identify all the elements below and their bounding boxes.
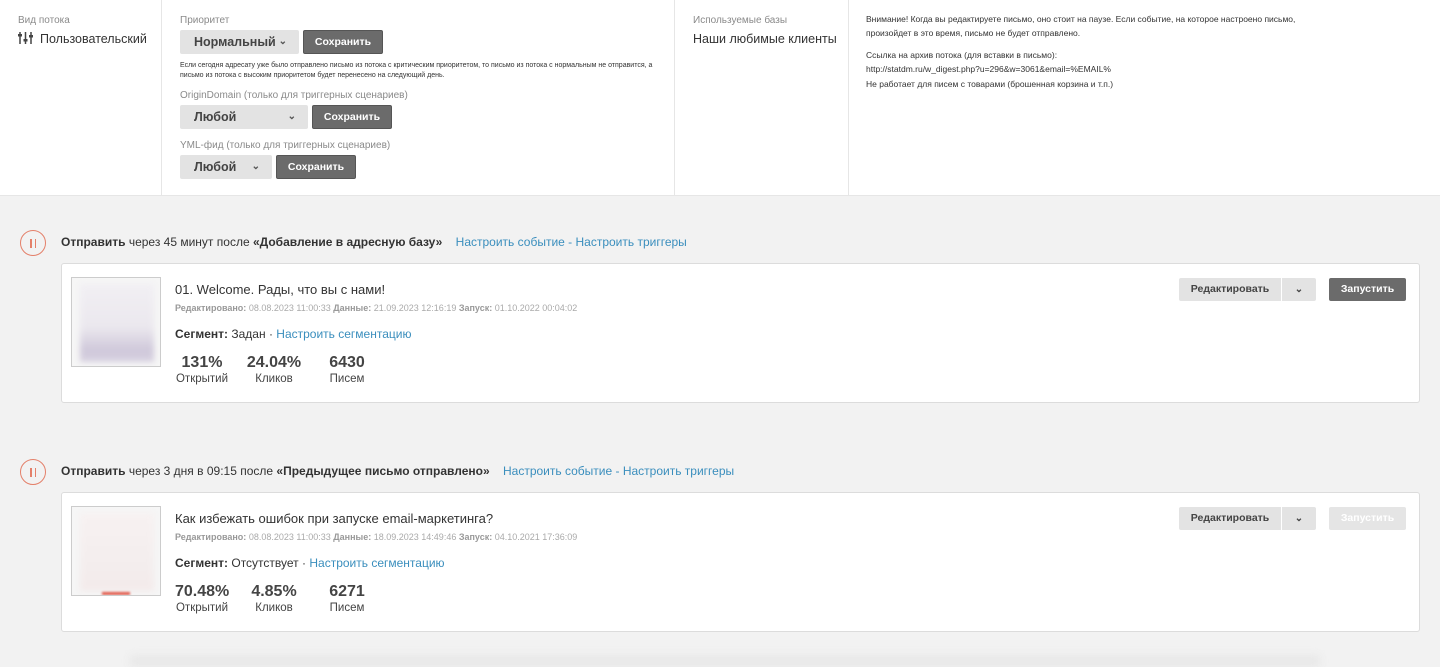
stat-emails: 6271 Писем [329, 583, 365, 614]
flow-trigger: Отправить через 45 минут после «Добавлен… [61, 235, 687, 249]
priority-label: Приоритет [180, 15, 230, 26]
flow-type-value: Пользовательский [40, 32, 147, 46]
stat-opens: 70.48% Открытий [175, 583, 230, 614]
email-card: 01. Welcome. Рады, что вы с нами! Редакт… [61, 263, 1420, 403]
priority-select[interactable]: Нормальный ⌄ [180, 30, 299, 54]
chevron-down-icon[interactable]: ⌄ [1282, 507, 1316, 530]
pause-button[interactable] [20, 230, 46, 256]
info-section: Внимание! Когда вы редактируете письмо, … [849, 0, 1440, 196]
priority-section: Приоритет Нормальный ⌄ Сохранить Если се… [162, 0, 675, 196]
yml-feed-select[interactable]: Любой ⌄ [180, 155, 272, 179]
stat-clicks: 4.85% Кликов [251, 583, 297, 614]
email-thumbnail[interactable] [71, 506, 161, 596]
email-meta: Редактировано: 08.08.2023 11:00:33 Данны… [175, 303, 578, 313]
pause-button[interactable] [20, 459, 46, 485]
bases-value: Наши любимые клиенты [693, 32, 837, 46]
archive-label: Ссылка на архив потока (для вставки в пи… [866, 50, 1058, 60]
chevron-down-icon: ⌄ [251, 161, 260, 172]
edit-button[interactable]: Редактировать [1179, 507, 1281, 530]
configure-triggers-link[interactable]: Настроить событие - Настроить триггеры [503, 464, 734, 478]
flow-settings-panel: Вид потока Пользовательский Приоритет Но… [0, 0, 1440, 196]
stat-clicks: 24.04% Кликов [246, 354, 302, 385]
trigger-delay: через 45 минут после [128, 235, 250, 249]
configure-segmentation-link[interactable]: Настроить сегментацию [309, 556, 444, 570]
segment-info: Сегмент: Задан · Настроить сегментацию [175, 327, 412, 341]
archive-url[interactable]: http://statdm.ru/w_digest.php?u=296&w=30… [866, 62, 1111, 76]
run-button[interactable]: Запустить [1329, 278, 1406, 301]
email-title[interactable]: Как избежать ошибок при запуске email-ма… [175, 511, 493, 526]
flow-type-label: Вид потока [18, 15, 70, 26]
flow-type-section: Вид потока Пользовательский [0, 0, 162, 196]
origin-domain-label: OriginDomain (только для триггерных сцен… [180, 90, 408, 101]
email-meta: Редактировано: 08.08.2023 11:00:33 Данны… [175, 532, 578, 542]
stat-emails: 6430 Писем [329, 354, 365, 385]
chevron-down-icon[interactable]: ⌄ [1282, 278, 1316, 301]
segment-info: Сегмент: Отсутствует · Настроить сегмент… [175, 556, 445, 570]
send-label: Отправить [61, 464, 126, 478]
configure-triggers-link[interactable]: Настроить событие - Настроить триггеры [456, 235, 687, 249]
priority-note: Если сегодня адресату уже было отправлен… [180, 62, 653, 79]
pause-icon [30, 239, 32, 248]
email-card: Как избежать ошибок при запуске email-ма… [61, 492, 1420, 632]
yml-feed-select-value: Любой [194, 160, 237, 174]
origin-domain-select-value: Любой [194, 110, 237, 124]
stat-opens: 131% Открытий [175, 354, 229, 385]
email-thumbnail[interactable] [71, 277, 161, 367]
sliders-icon [18, 31, 33, 48]
yml-feed-save-button[interactable]: Сохранить [276, 155, 356, 179]
archive-note: Не работает для писем с товарами (брошен… [866, 79, 1114, 89]
priority-select-value: Нормальный [194, 35, 276, 49]
flow-trigger: Отправить через 3 дня в 09:15 после «Пре… [61, 464, 734, 478]
send-label: Отправить [61, 235, 126, 249]
edit-button[interactable]: Редактировать [1179, 278, 1281, 301]
configure-segmentation-link[interactable]: Настроить сегментацию [276, 327, 411, 341]
bases-label: Используемые базы [693, 15, 788, 26]
origin-domain-select[interactable]: Любой ⌄ [180, 105, 308, 129]
edit-warning: Внимание! Когда вы редактируете письмо, … [866, 14, 1296, 38]
origin-domain-save-button[interactable]: Сохранить [312, 105, 392, 129]
chevron-down-icon: ⌄ [287, 111, 296, 122]
trigger-delay: через 3 дня в 09:15 после [128, 464, 274, 478]
pause-icon [30, 468, 32, 477]
trigger-event: «Предыдущее письмо отправлено» [276, 464, 490, 478]
priority-save-button[interactable]: Сохранить [303, 30, 383, 54]
yml-feed-label: YML-фид (только для триггерных сценариев… [180, 140, 391, 151]
run-button[interactable]: Запустить [1329, 507, 1406, 530]
chevron-down-icon: ⌄ [278, 36, 287, 47]
bases-section: Используемые базы Наши любимые клиенты [675, 0, 849, 196]
email-title[interactable]: 01. Welcome. Рады, что вы с нами! [175, 282, 385, 297]
next-card-edge [130, 655, 1320, 667]
trigger-event: «Добавление в адресную базу» [252, 235, 443, 249]
